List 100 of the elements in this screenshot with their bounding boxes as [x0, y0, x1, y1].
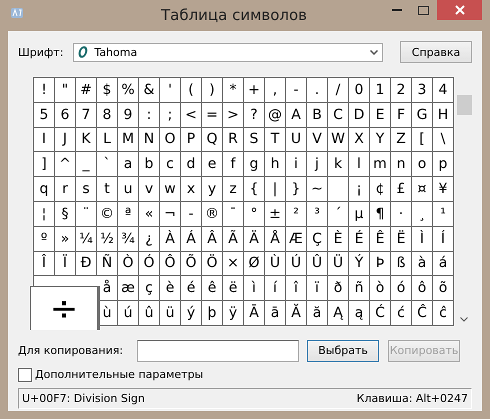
character-cell[interactable]: ¥ — [433, 177, 454, 202]
character-cell[interactable]: Î — [34, 252, 55, 276]
character-cell[interactable]: Ð — [76, 252, 97, 276]
character-cell[interactable]: ) — [202, 78, 223, 103]
character-cell[interactable]: Ó — [139, 252, 160, 276]
character-cell[interactable]: ( — [181, 78, 202, 103]
character-cell[interactable]: ć — [391, 301, 412, 326]
character-cell[interactable]: ĉ — [433, 301, 454, 326]
character-cell[interactable]: d — [181, 152, 202, 178]
character-cell[interactable]: å — [97, 276, 118, 302]
character-cell[interactable]: ò — [370, 276, 391, 302]
character-cell[interactable]: V — [307, 128, 328, 152]
character-cell[interactable]: ½ — [97, 226, 118, 252]
character-cell[interactable]: ` — [97, 152, 118, 178]
character-cell[interactable]: ê — [202, 276, 223, 302]
character-cell[interactable]: Ą — [328, 301, 349, 326]
character-cell[interactable]: r — [55, 177, 76, 202]
character-cell[interactable]: O — [160, 128, 181, 152]
character-cell[interactable]: Ì — [412, 226, 433, 252]
character-cell[interactable]: Ù — [265, 252, 286, 276]
character-cell[interactable]: ¯ — [223, 202, 244, 227]
character-cell[interactable]: / — [328, 78, 349, 103]
character-cell[interactable]: í — [265, 276, 286, 302]
character-cell[interactable]: G — [412, 102, 433, 128]
character-cell[interactable]: I — [34, 128, 55, 152]
character-cell[interactable]: ¹ — [433, 202, 454, 227]
character-cell[interactable]: > — [223, 102, 244, 128]
character-cell[interactable]: ó — [391, 276, 412, 302]
copy-field[interactable] — [137, 340, 300, 362]
character-cell[interactable]: C — [328, 102, 349, 128]
character-cell[interactable]: \ — [433, 128, 454, 152]
character-cell[interactable]: ì — [244, 276, 265, 302]
character-cell[interactable]: E — [370, 102, 391, 128]
character-cell[interactable]: D — [349, 102, 370, 128]
character-cell[interactable]: - — [286, 78, 307, 103]
character-cell[interactable]: Ø — [244, 252, 265, 276]
character-cell[interactable]: 4 — [433, 78, 454, 103]
character-cell[interactable]: ¡ — [349, 177, 370, 202]
character-cell[interactable]: Ā — [244, 301, 265, 326]
character-cell[interactable]: ā — [265, 301, 286, 326]
character-cell[interactable]: 3 — [412, 78, 433, 103]
character-cell[interactable]: º — [34, 226, 55, 252]
character-cell[interactable]: f — [223, 152, 244, 178]
character-cell[interactable]: + — [244, 78, 265, 103]
character-cell[interactable]: 9 — [118, 102, 139, 128]
character-cell[interactable]: ü — [160, 301, 181, 326]
character-cell[interactable]: Í — [433, 226, 454, 252]
character-cell[interactable]: [ — [412, 128, 433, 152]
character-cell[interactable]: ^ — [55, 152, 76, 178]
character-cell[interactable]: Ê — [370, 226, 391, 252]
character-cell[interactable]: i — [286, 152, 307, 178]
character-cell[interactable]: × — [223, 252, 244, 276]
character-cell[interactable]: 2 — [391, 78, 412, 103]
character-cell[interactable]: Â — [202, 226, 223, 252]
character-cell[interactable]: W — [328, 128, 349, 152]
character-cell[interactable]: 7 — [76, 102, 97, 128]
character-cell[interactable]: ¸ — [412, 202, 433, 227]
character-cell[interactable]: î — [286, 276, 307, 302]
character-cell[interactable]: é — [181, 276, 202, 302]
character-cell[interactable]: ] — [34, 152, 55, 178]
character-cell[interactable]: . — [307, 78, 328, 103]
character-cell[interactable]: É — [349, 226, 370, 252]
character-cell[interactable]: s — [76, 177, 97, 202]
character-cell[interactable]: ą — [349, 301, 370, 326]
character-cell[interactable]: , — [265, 78, 286, 103]
character-cell[interactable]: Q — [202, 128, 223, 152]
character-cell[interactable]: { — [244, 177, 265, 202]
character-cell[interactable]: c — [160, 152, 181, 178]
character-cell[interactable]: ß — [391, 252, 412, 276]
character-cell[interactable]: ª — [118, 202, 139, 227]
character-cell[interactable]: m — [370, 152, 391, 178]
character-cell[interactable]: ¨ — [76, 202, 97, 227]
character-cell[interactable]: ú — [118, 301, 139, 326]
character-cell[interactable]: ² — [286, 202, 307, 227]
character-cell[interactable]: Ö — [202, 252, 223, 276]
character-cell[interactable]: B — [307, 102, 328, 128]
character-cell[interactable]: p — [433, 152, 454, 178]
character-cell[interactable]: 1 — [370, 78, 391, 103]
character-cell[interactable]: _ — [76, 152, 97, 178]
character-cell[interactable]: < — [181, 102, 202, 128]
character-cell[interactable]: t — [97, 177, 118, 202]
character-cell[interactable]: ă — [307, 301, 328, 326]
character-cell[interactable]: ¿ — [139, 226, 160, 252]
character-cell[interactable]: ô — [412, 276, 433, 302]
character-cell[interactable]: * — [223, 78, 244, 103]
character-cell[interactable]: A — [286, 102, 307, 128]
character-cell[interactable]: Ĉ — [412, 301, 433, 326]
character-cell[interactable]: 6 — [55, 102, 76, 128]
select-button[interactable]: Выбрать — [307, 340, 380, 362]
character-cell[interactable]: Á — [181, 226, 202, 252]
character-cell[interactable]: & — [139, 78, 160, 103]
character-cell[interactable]: Û — [307, 252, 328, 276]
character-cell[interactable]: Þ — [370, 252, 391, 276]
character-cell[interactable]: È — [328, 226, 349, 252]
character-cell[interactable]: ¼ — [76, 226, 97, 252]
character-cell[interactable]: % — [118, 78, 139, 103]
character-cell[interactable]: Ë — [391, 226, 412, 252]
scroll-down-icon[interactable] — [460, 316, 468, 322]
character-cell[interactable]: X — [349, 128, 370, 152]
character-cell[interactable]: Ñ — [97, 252, 118, 276]
